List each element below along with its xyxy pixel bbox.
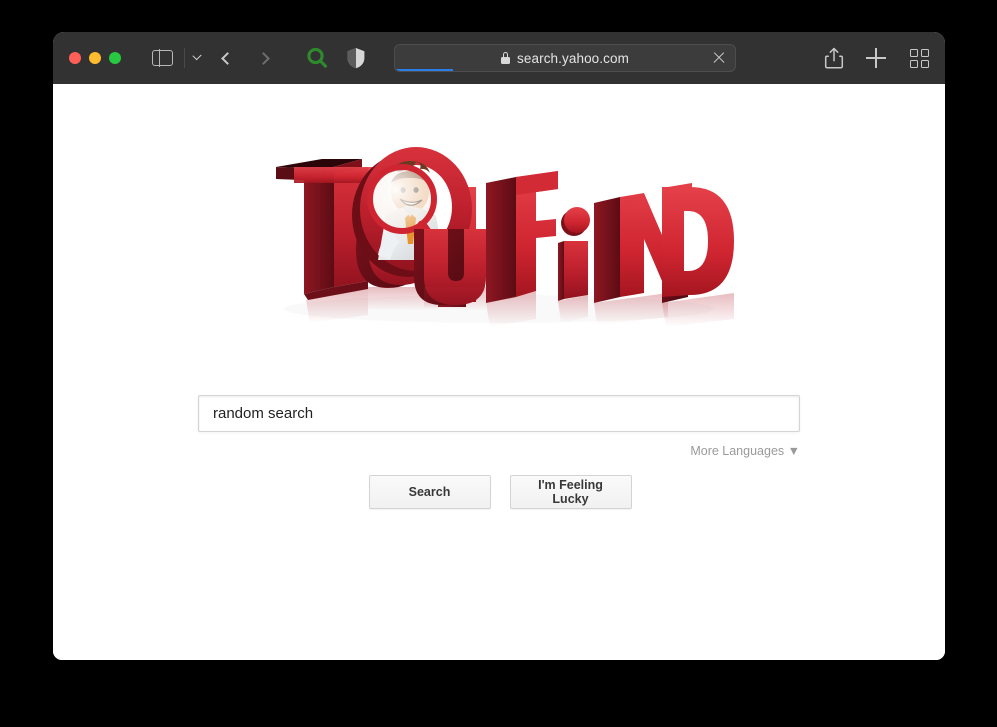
- chevron-left-icon: [220, 51, 234, 65]
- tab-overview-button[interactable]: [910, 48, 929, 68]
- logo-letter-D: [662, 186, 734, 327]
- sidebar-toggle-button[interactable]: [151, 49, 173, 67]
- address-bar[interactable]: search.yahoo.com: [394, 44, 736, 72]
- url-text: search.yahoo.com: [517, 50, 629, 66]
- logo-letter-u: [414, 228, 486, 311]
- page-load-progress: [395, 68, 453, 71]
- chevron-down-icon: [192, 50, 202, 60]
- share-icon: [824, 47, 844, 69]
- forward-button[interactable]: [250, 45, 276, 71]
- browser-window: search.yahoo.com random search More Lang…: [53, 32, 945, 660]
- window-controls: [69, 52, 121, 64]
- search-input[interactable]: [198, 395, 800, 432]
- logo-letter-i: [558, 206, 590, 323]
- feeling-lucky-button[interactable]: I'm Feeling Lucky: [509, 475, 632, 509]
- browser-toolbar: search.yahoo.com: [53, 32, 945, 84]
- new-tab-button[interactable]: [866, 47, 888, 69]
- toolbar-right-group: [824, 47, 929, 69]
- search-form: More Languages ▼ Search I'm Feeling Luck…: [198, 395, 800, 509]
- search-buttons-row: Search I'm Feeling Lucky: [198, 475, 800, 509]
- close-window-button[interactable]: [69, 52, 81, 64]
- more-languages-link[interactable]: More Languages ▼: [198, 444, 800, 458]
- extension-button[interactable]: [306, 47, 328, 69]
- tapufind-logo-graphic: [276, 146, 734, 327]
- privacy-report-button[interactable]: [346, 47, 366, 69]
- search-button[interactable]: Search: [368, 475, 491, 509]
- stop-loading-button[interactable]: [712, 51, 726, 65]
- sidebar-icon: [151, 49, 173, 67]
- tab-grid-icon-cell: [921, 59, 929, 68]
- lock-icon: [501, 52, 511, 64]
- tab-grid-icon-cell: [910, 59, 918, 68]
- privacy-shield-icon: [347, 48, 365, 69]
- chevron-right-icon: [256, 51, 270, 65]
- minimize-window-button[interactable]: [89, 52, 101, 64]
- tab-grid-icon-cell: [921, 48, 929, 57]
- maximize-window-button[interactable]: [109, 52, 121, 64]
- back-button[interactable]: [214, 45, 240, 71]
- site-logo: [53, 124, 945, 344]
- share-button[interactable]: [824, 47, 844, 69]
- sidebar-dropdown-button[interactable]: [184, 48, 202, 68]
- tab-grid-icon-cell: [910, 48, 918, 57]
- green-magnifier-extension-icon: [307, 47, 328, 68]
- address-bar-content: search.yahoo.com: [501, 51, 629, 66]
- page-content: More Languages ▼ Search I'm Feeling Luck…: [53, 84, 945, 660]
